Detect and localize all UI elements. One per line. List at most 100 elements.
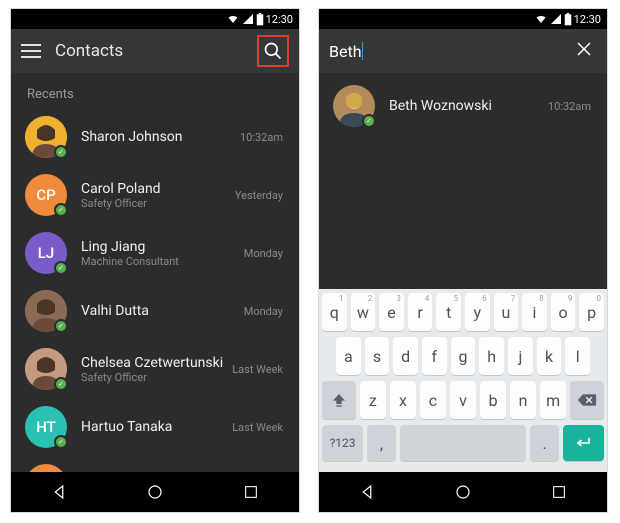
avatar [25, 348, 67, 390]
contact-time: Monday [244, 305, 283, 318]
contact-row[interactable]: CP Carol Poland Safety Officer Yesterday [11, 166, 299, 224]
key-p[interactable]: p0 [579, 293, 604, 331]
phone-left: 12:30 Contacts Recents Sharon Johnson 10… [10, 8, 300, 513]
keyboard: q1w2e3r4t5y6u7i8o9p0 asdfghjkl zxcvbnm ?… [319, 289, 607, 472]
nav-back[interactable] [356, 481, 378, 503]
symbols-key[interactable]: ?123 [322, 425, 363, 461]
contact-row[interactable]: HT Hartuo Tanaka Last Week [11, 398, 299, 456]
signal-icon [242, 13, 254, 25]
key-n[interactable]: n [510, 381, 536, 419]
key-h[interactable]: h [479, 337, 504, 375]
contact-info: Ling Jiang Machine Consultant [81, 239, 236, 268]
section-recents: Recents [11, 73, 299, 108]
enter-key[interactable] [563, 425, 604, 461]
contact-info: Hartuo Tanaka [81, 419, 224, 435]
key-u[interactable]: u7 [494, 293, 519, 331]
status-bar: 12:30 [319, 9, 607, 29]
contact-info: Chelsea Czetwertunski Safety Officer [81, 355, 224, 384]
contact-name: Ling Jiang [81, 239, 236, 255]
contact-name: Sharon Johnson [81, 129, 232, 145]
key-z[interactable]: z [360, 381, 386, 419]
contact-name: Valhi Dutta [81, 303, 236, 319]
nav-back[interactable] [48, 481, 70, 503]
close-search-button[interactable] [571, 35, 597, 67]
search-header: Beth [319, 29, 607, 73]
nav-home[interactable] [144, 481, 166, 503]
shift-key[interactable] [322, 381, 356, 419]
search-button[interactable] [257, 35, 289, 67]
android-nav-bar [11, 472, 299, 512]
key-i[interactable]: i8 [522, 293, 547, 331]
nav-recent[interactable] [240, 481, 262, 503]
period-key[interactable]: . [530, 425, 559, 461]
shift-icon [331, 392, 347, 408]
key-d[interactable]: d [393, 337, 418, 375]
avatar [333, 85, 375, 127]
key-k[interactable]: k [537, 337, 562, 375]
presence-icon [54, 319, 68, 333]
contact-time: 10:32am [240, 131, 283, 144]
key-v[interactable]: v [450, 381, 476, 419]
battery-icon [564, 13, 572, 26]
wifi-icon [226, 13, 240, 25]
key-t[interactable]: t5 [436, 293, 461, 331]
contact-row[interactable]: Beth Woznowski 10:32am [319, 73, 607, 131]
key-q[interactable]: q1 [322, 293, 347, 331]
contact-info: Carol Poland Safety Officer [81, 181, 227, 210]
avatar: JN [25, 464, 67, 472]
search-input[interactable]: Beth [329, 42, 557, 61]
avatar [25, 116, 67, 158]
key-g[interactable]: g [451, 337, 476, 375]
avatar [25, 290, 67, 332]
contact-row[interactable]: Chelsea Czetwertunski Safety Officer Las… [11, 340, 299, 398]
page-title: Contacts [55, 41, 243, 61]
space-key[interactable] [400, 425, 527, 461]
backspace-icon [577, 393, 597, 407]
key-f[interactable]: f [422, 337, 447, 375]
contact-name: Beth Woznowski [389, 98, 540, 114]
key-o[interactable]: o9 [551, 293, 576, 331]
presence-icon [54, 203, 68, 217]
status-time: 12:30 [574, 13, 601, 26]
enter-icon [574, 436, 592, 450]
menu-icon[interactable] [21, 44, 41, 58]
key-l[interactable]: l [565, 337, 590, 375]
key-x[interactable]: x [390, 381, 416, 419]
key-a[interactable]: a [336, 337, 361, 375]
search-query: Beth [329, 42, 362, 61]
keyboard-row-1: q1w2e3r4t5y6u7i8o9p0 [322, 293, 604, 331]
contact-time: Monday [244, 247, 283, 260]
key-j[interactable]: j [508, 337, 533, 375]
presence-icon [54, 261, 68, 275]
key-w[interactable]: w2 [351, 293, 376, 331]
contact-time: Yesterday [235, 189, 283, 202]
phone-right: 12:30 Beth Beth Woznowski 10:32am q1w2e3… [318, 8, 608, 513]
key-e[interactable]: e3 [379, 293, 404, 331]
contact-row[interactable]: LJ Ling Jiang Machine Consultant Monday [11, 224, 299, 282]
nav-home[interactable] [452, 481, 474, 503]
contact-row[interactable]: JN Jalene Ng 2 Weeks Ago [11, 456, 299, 472]
status-time: 12:30 [266, 13, 293, 26]
contact-row[interactable]: Valhi Dutta Monday [11, 282, 299, 340]
nav-recent[interactable] [548, 481, 570, 503]
key-m[interactable]: m [540, 381, 566, 419]
key-s[interactable]: s [365, 337, 390, 375]
search-icon [263, 41, 283, 61]
avatar: LJ [25, 232, 67, 274]
close-icon [575, 40, 593, 58]
contact-name: Carol Poland [81, 181, 227, 197]
wifi-icon [534, 13, 548, 25]
contact-row[interactable]: Sharon Johnson 10:32am [11, 108, 299, 166]
contact-time: 10:32am [548, 100, 591, 113]
contact-name: Hartuo Tanaka [81, 419, 224, 435]
contact-role: Safety Officer [81, 197, 227, 210]
key-r[interactable]: r4 [408, 293, 433, 331]
key-y[interactable]: y6 [465, 293, 490, 331]
key-c[interactable]: c [420, 381, 446, 419]
key-b[interactable]: b [480, 381, 506, 419]
keyboard-row-3: zxcvbnm [322, 381, 604, 419]
backspace-key[interactable] [570, 381, 604, 419]
contact-time: Last Week [232, 363, 283, 376]
comma-key[interactable]: , [367, 425, 396, 461]
contact-time: Last Week [232, 421, 283, 434]
